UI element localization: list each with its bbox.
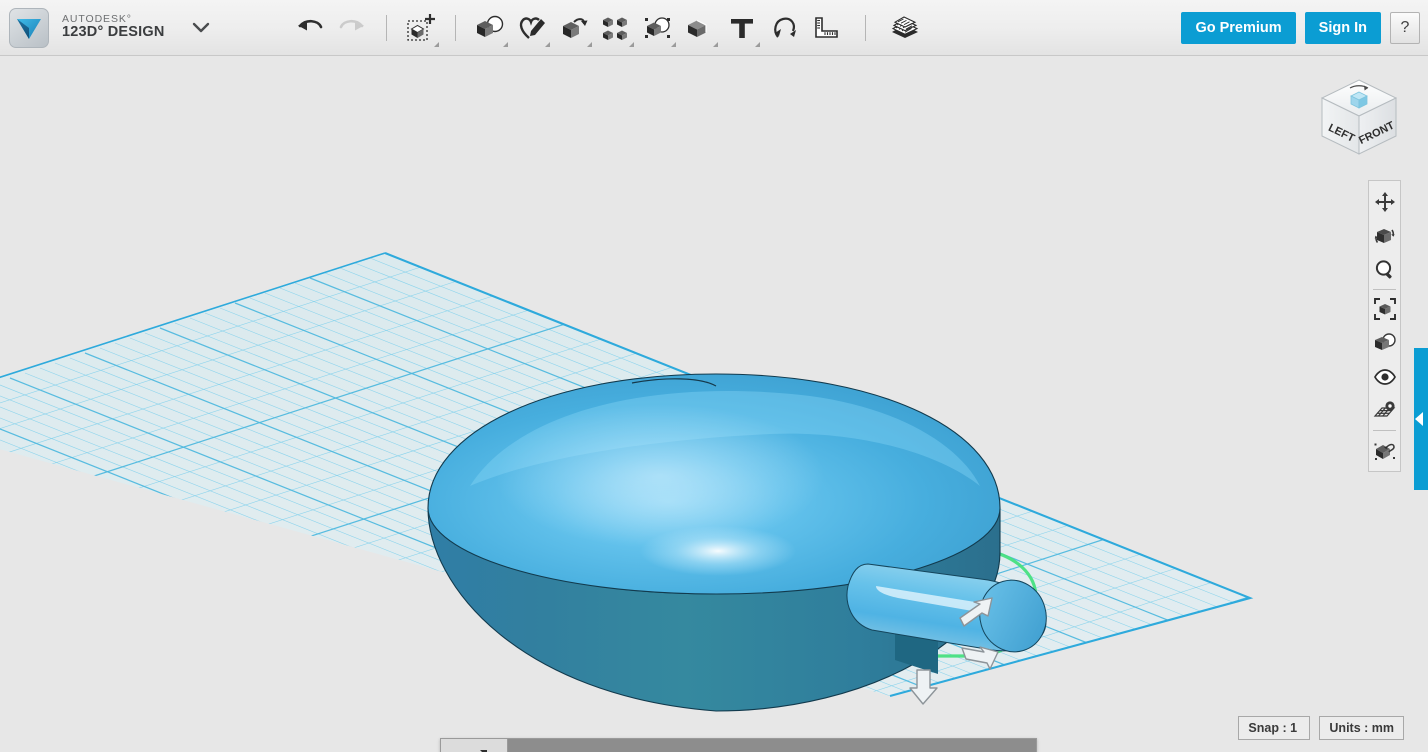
- material-paint-icon[interactable]: [1369, 433, 1400, 467]
- sign-in-button[interactable]: Sign In: [1305, 12, 1381, 44]
- account-actions: Go Premium Sign In ?: [1181, 0, 1420, 56]
- eye-visibility-icon[interactable]: [1369, 360, 1400, 394]
- dropdown-triangle: [587, 42, 592, 47]
- app-menu-chevron-icon[interactable]: [192, 22, 210, 33]
- scale-tool-icon[interactable]: [441, 739, 508, 752]
- toolbar-divider-3: [865, 15, 866, 41]
- view-tool-rail: [1368, 180, 1401, 472]
- dropdown-triangle: [713, 42, 718, 47]
- top-toolbar: AUTODESK° 123D° DESIGN: [0, 0, 1428, 56]
- display-mode-icon[interactable]: [1369, 326, 1400, 360]
- undo-icon[interactable]: [289, 6, 331, 50]
- fit-to-view-icon[interactable]: [1369, 292, 1400, 326]
- measure-ruler-icon[interactable]: [805, 6, 847, 50]
- dropdown-triangle: [755, 42, 760, 47]
- pattern-icon[interactable]: [595, 6, 637, 50]
- toolbar-divider-1: [386, 15, 387, 41]
- status-bar: Snap : 1 Units : mm: [1238, 716, 1404, 740]
- construct-icon[interactable]: [553, 6, 595, 50]
- dropdown-triangle: [671, 42, 676, 47]
- rail-divider: [1373, 289, 1396, 290]
- toolbar-divider-2: [455, 15, 456, 41]
- dropdown-triangle: [503, 42, 508, 47]
- sketch-icon[interactable]: [511, 6, 553, 50]
- snap-magnet-icon[interactable]: [763, 6, 805, 50]
- autodesk-logo-icon: [9, 8, 49, 48]
- home-cube-icon: [1351, 92, 1367, 108]
- zoom-magnifier-icon[interactable]: [1369, 253, 1400, 287]
- primitives-icon[interactable]: [469, 6, 511, 50]
- 3d-viewport[interactable]: LEFT FRONT: [0, 56, 1428, 752]
- units-status[interactable]: Units : mm: [1319, 716, 1404, 740]
- app-root: LEFT FRONT: [0, 0, 1428, 752]
- orbit-icon[interactable]: [1369, 219, 1400, 253]
- combine-icon[interactable]: [679, 6, 721, 50]
- dropdown-triangle: [545, 42, 550, 47]
- text-icon[interactable]: [721, 6, 763, 50]
- grouping-icon[interactable]: [637, 6, 679, 50]
- go-premium-button[interactable]: Go Premium: [1181, 12, 1295, 44]
- snap-status[interactable]: Snap : 1: [1238, 716, 1310, 740]
- transform-icon[interactable]: [400, 6, 442, 50]
- grid-settings-icon[interactable]: [1369, 394, 1400, 428]
- materials-stack-icon[interactable]: [884, 6, 926, 50]
- rail-divider-2: [1373, 430, 1396, 431]
- chevron-left-icon: [1415, 412, 1423, 426]
- view-cube[interactable]: LEFT FRONT: [1314, 74, 1404, 162]
- toolbar-icon-group: [289, 6, 926, 50]
- dropdown-triangle: [629, 42, 634, 47]
- help-button[interactable]: ?: [1390, 12, 1420, 44]
- brand-product: 123D° DESIGN: [62, 25, 164, 41]
- scale-tool-panel: Scale Non Uniform Factor X: Y: Z:: [440, 738, 1037, 752]
- brand-block[interactable]: AUTODESK° 123D° DESIGN: [0, 8, 210, 48]
- pan-icon[interactable]: [1369, 185, 1400, 219]
- dropdown-triangle: [434, 42, 439, 47]
- right-panel-expander[interactable]: [1414, 348, 1428, 490]
- redo-icon[interactable]: [331, 6, 373, 50]
